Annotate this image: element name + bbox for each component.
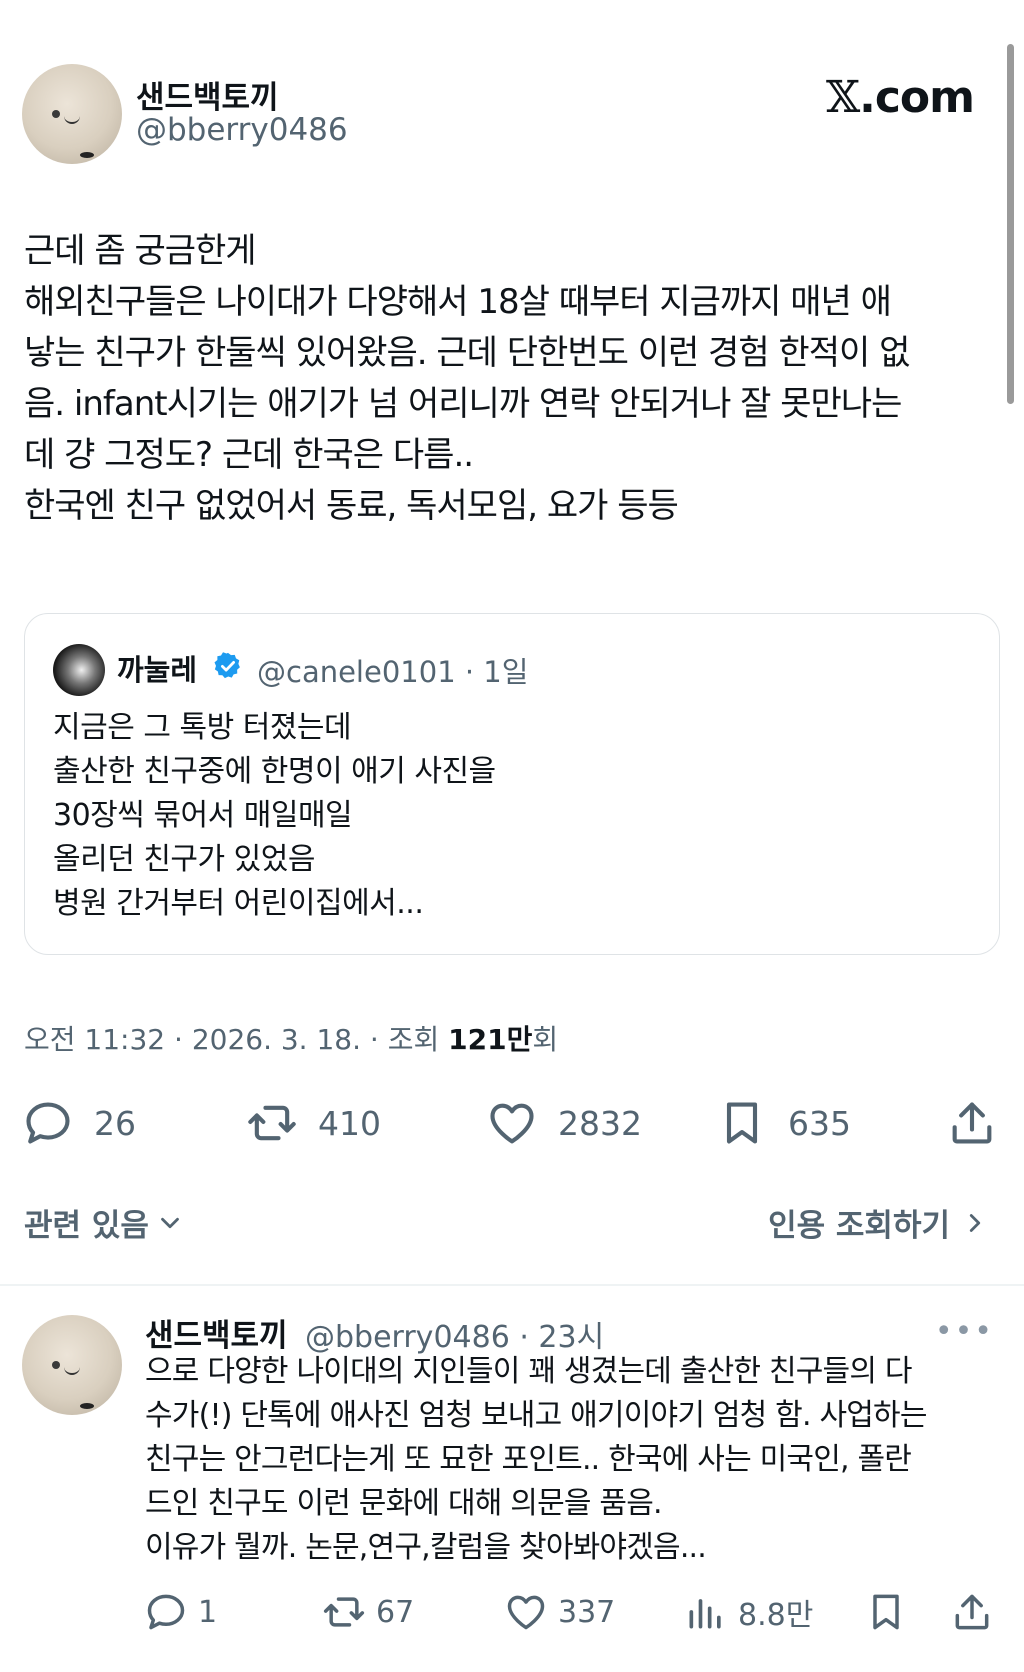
reply-like-button[interactable]: 337 xyxy=(504,1584,615,1640)
reply-display-name[interactable]: 샌드백토끼 xyxy=(145,1310,288,1355)
reply-repost-count: 67 xyxy=(376,1594,415,1630)
x-com-logo: 𝕏.com xyxy=(825,72,975,123)
reply-line: 드인 친구도 이런 문화에 대해 의문을 품음. xyxy=(145,1486,663,1521)
reply-line: 으로 다양한 나이대의 지인들이 꽤 생겼는데 출산한 친구들의 다 xyxy=(145,1354,913,1389)
tweet-line: 음. infant시기는 애기가 넘 어리니까 연락 안되거나 잘 못만나는 xyxy=(24,384,902,424)
tweet-meta: 오전 11:32 · 2026. 3. 18. · 조회 121만회 xyxy=(24,1018,558,1058)
tweet-actions: 26 410 2832 635 xyxy=(0,1090,1024,1160)
view-count: 121만 xyxy=(448,1023,533,1056)
bookmark-icon xyxy=(726,1102,758,1144)
share-icon xyxy=(955,1594,989,1630)
reply-line: 이유가 뭘까. 논문,연구,칼럼을 찾아봐야겠음... xyxy=(145,1530,707,1565)
bar-chart-icon xyxy=(689,1599,721,1629)
reply-bookmark-button[interactable] xyxy=(864,1584,908,1640)
reply-button[interactable]: 26 xyxy=(22,1090,136,1156)
quote-line: 병원 간거부터 어린이집에서... xyxy=(53,886,424,921)
reply-icon xyxy=(147,1594,185,1630)
share-button[interactable] xyxy=(946,1090,998,1156)
avatar-mouth-icon xyxy=(64,1367,80,1375)
related-label: 관련 있음 xyxy=(24,1208,149,1244)
avatar-eye-icon xyxy=(52,1361,60,1369)
divider xyxy=(0,1284,1024,1286)
tweet-line: 근데 좀 궁금한게 xyxy=(24,231,257,271)
verified-badge-icon xyxy=(214,652,240,679)
avatar-spot-icon xyxy=(80,1403,94,1409)
tweet-text: 근데 좀 궁금한게 해외친구들은 나이대가 다양해서 18살 때부터 지금까지 … xyxy=(24,226,1004,532)
tweet-line: 낳는 친구가 한둘씩 있어왔음. 근데 단한번도 이런 경험 한적이 없 xyxy=(24,333,910,373)
quote-line: 올리던 친구가 있었음 xyxy=(53,842,315,877)
reply-view-count: 8.8만 xyxy=(738,1598,814,1633)
quote-text: 지금은 그 톡방 터졌는데 출산한 친구중에 한명이 애기 사진을 30장씩 묶… xyxy=(53,706,496,926)
related-toggle[interactable]: 관련 있음 xyxy=(24,1200,185,1245)
heart-icon xyxy=(507,1595,545,1630)
reply-avatar[interactable] xyxy=(22,1315,122,1415)
share-icon xyxy=(952,1102,992,1144)
quote-handle-time: @canele0101 · 1일 xyxy=(257,655,529,689)
repost-count: 410 xyxy=(318,1103,381,1143)
reply-line: 수가(!) 단톡에 애사진 엄청 보내고 애기이야기 엄청 함. 사업하는 xyxy=(145,1398,927,1433)
tweet-line: 데 걍 그정도? 근데 한국은 다름.. xyxy=(24,435,474,475)
reply-actions: 1 67 337 8.8만 xyxy=(0,1584,1024,1644)
repost-button[interactable]: 410 xyxy=(246,1090,381,1156)
chevron-right-icon xyxy=(969,1213,981,1232)
chevron-down-icon xyxy=(161,1217,179,1228)
bookmark-icon xyxy=(873,1594,899,1630)
reply-reply-button[interactable]: 1 xyxy=(144,1584,217,1640)
bookmark-button[interactable]: 635 xyxy=(716,1090,851,1156)
view-quotes-link[interactable]: 인용 조회하기 xyxy=(768,1200,990,1245)
reply-count: 26 xyxy=(94,1103,136,1143)
avatar-spot-icon xyxy=(80,152,94,158)
reply-views-button[interactable]: 8.8만 xyxy=(684,1584,813,1640)
bookmark-count: 635 xyxy=(788,1103,851,1143)
reply-like-count: 337 xyxy=(558,1594,616,1630)
x-logo-icon: 𝕏 xyxy=(825,72,860,123)
reply-text: 으로 다양한 나이대의 지인들이 꽤 생겼는데 출산한 친구들의 다 수가(!)… xyxy=(145,1350,927,1570)
quote-line: 30장씩 묶어서 매일매일 xyxy=(53,798,353,833)
repost-icon xyxy=(248,1105,296,1141)
reply-reply-count: 1 xyxy=(198,1594,218,1630)
reply-line: 친구는 안그런다는게 또 묘한 포인트.. 한국에 사는 미국인, 폴란 xyxy=(145,1442,912,1477)
view-count-suffix: 회 xyxy=(532,1023,559,1056)
author-display-name[interactable]: 샌드백토끼 xyxy=(136,72,279,117)
quote-line: 출산한 친구중에 한명이 애기 사진을 xyxy=(53,754,496,789)
author-handle[interactable]: @bberry0486 xyxy=(136,112,348,148)
quote-avatar xyxy=(53,644,105,696)
heart-icon xyxy=(490,1103,534,1144)
avatar[interactable] xyxy=(22,64,122,164)
tweet-line: 해외친구들은 나이대가 다양해서 18살 때부터 지금까지 매년 애 xyxy=(24,282,892,322)
reply-share-button[interactable] xyxy=(950,1584,994,1640)
like-count: 2832 xyxy=(558,1103,642,1143)
repost-icon xyxy=(323,1597,365,1627)
x-com-logo-text: .com xyxy=(859,72,975,123)
tweet-line: 한국엔 친구 없었어서 동료, 독서모임, 요가 등등 xyxy=(24,486,679,526)
view-quotes-label: 인용 조회하기 xyxy=(768,1208,950,1244)
timestamp[interactable]: 오전 11:32 · 2026. 3. 18. · 조회 xyxy=(24,1023,448,1056)
scrollbar[interactable] xyxy=(1007,44,1014,404)
more-options-icon[interactable]: ••• xyxy=(935,1314,994,1349)
quote-display-name: 까눌레 xyxy=(117,653,198,687)
avatar-eye-icon xyxy=(52,110,60,118)
reply-repost-button[interactable]: 67 xyxy=(322,1584,414,1640)
quote-line: 지금은 그 톡방 터졌는데 xyxy=(53,710,352,745)
avatar-mouth-icon xyxy=(64,116,80,124)
quoted-tweet-card[interactable]: 까눌레 @canele0101 · 1일 지금은 그 톡방 터졌는데 출산한 친… xyxy=(24,613,1000,955)
reply-icon xyxy=(26,1102,70,1144)
like-button[interactable]: 2832 xyxy=(486,1090,642,1156)
